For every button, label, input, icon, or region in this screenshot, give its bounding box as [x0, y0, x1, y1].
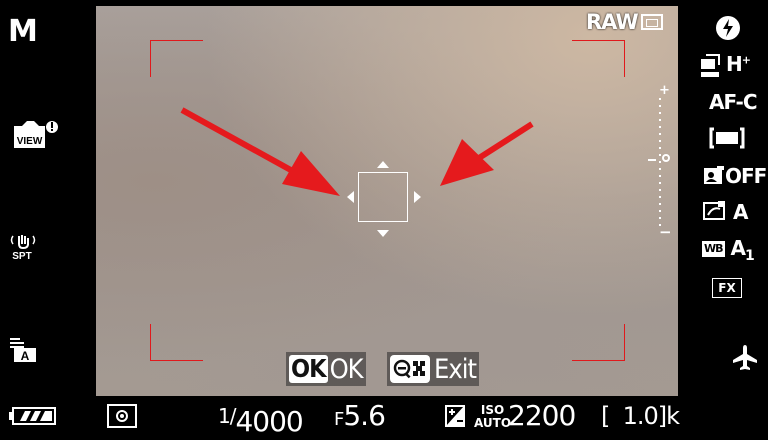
vr-label: SPT	[12, 251, 31, 262]
af-mode[interactable]: AF-C	[709, 90, 758, 114]
live-view[interactable]: RAW OK OK Exit	[96, 6, 678, 396]
ok-button[interactable]: OK OK	[286, 352, 366, 386]
shutter-speed[interactable]: 1/4000	[218, 398, 304, 440]
adl-label: OFF	[725, 164, 767, 188]
exposure-minus: −	[659, 223, 672, 241]
white-balance[interactable]: WB A1	[702, 236, 755, 264]
wb-icon: WB	[702, 241, 725, 257]
release-mode[interactable]: H+	[700, 52, 751, 79]
af-area-mode-icon[interactable]	[709, 126, 745, 154]
annotation-arrows	[180, 107, 534, 196]
active-d-lighting[interactable]: OFF	[703, 164, 767, 188]
annotation-arrow-right	[477, 121, 534, 161]
iso-value[interactable]: 2200	[508, 398, 576, 434]
exit-button[interactable]: Exit	[387, 352, 479, 386]
annotation-arrowhead-right	[440, 139, 494, 186]
image-size-icon	[641, 14, 663, 30]
exposure-indicator-scale: + −	[648, 83, 672, 241]
flash-off-icon[interactable]	[714, 14, 742, 46]
picture-control[interactable]: A	[703, 200, 749, 224]
picture-control-label: A	[732, 200, 749, 224]
iso-auto-label: ISO AUTO	[474, 403, 512, 430]
battery-icon	[8, 405, 58, 431]
annotation-arrow-left	[180, 107, 300, 177]
view-label: VIEW	[17, 136, 43, 147]
shooting-mode: M	[8, 14, 38, 49]
exposure-compensation-icon[interactable]	[445, 405, 465, 431]
airplane-mode-icon[interactable]	[731, 343, 759, 375]
exposure-plus: +	[659, 83, 670, 98]
wb-value: A	[730, 236, 747, 260]
release-mode-label: H	[726, 52, 743, 76]
ok-button-label: OK	[329, 353, 364, 385]
picture-mode-icon[interactable]: A	[8, 336, 38, 367]
vibration-reduction-icon[interactable]: SPT	[8, 232, 38, 265]
exit-button-label: Exit	[434, 353, 477, 385]
aperture[interactable]: F5.6	[334, 398, 386, 438]
view-mode-warning-icon[interactable]: VIEW	[12, 118, 58, 155]
ok-key-icon: OK	[289, 354, 328, 383]
image-quality-raw: RAW	[586, 10, 639, 34]
metering-matrix-icon[interactable]	[107, 404, 137, 428]
image-area-fx[interactable]: FX	[712, 278, 742, 298]
zoom-out-key-icon	[390, 355, 430, 383]
picture-label: A	[21, 349, 30, 363]
annotation-arrowhead-left	[282, 151, 340, 196]
shots-remaining: [ 1.0]k	[601, 402, 680, 430]
